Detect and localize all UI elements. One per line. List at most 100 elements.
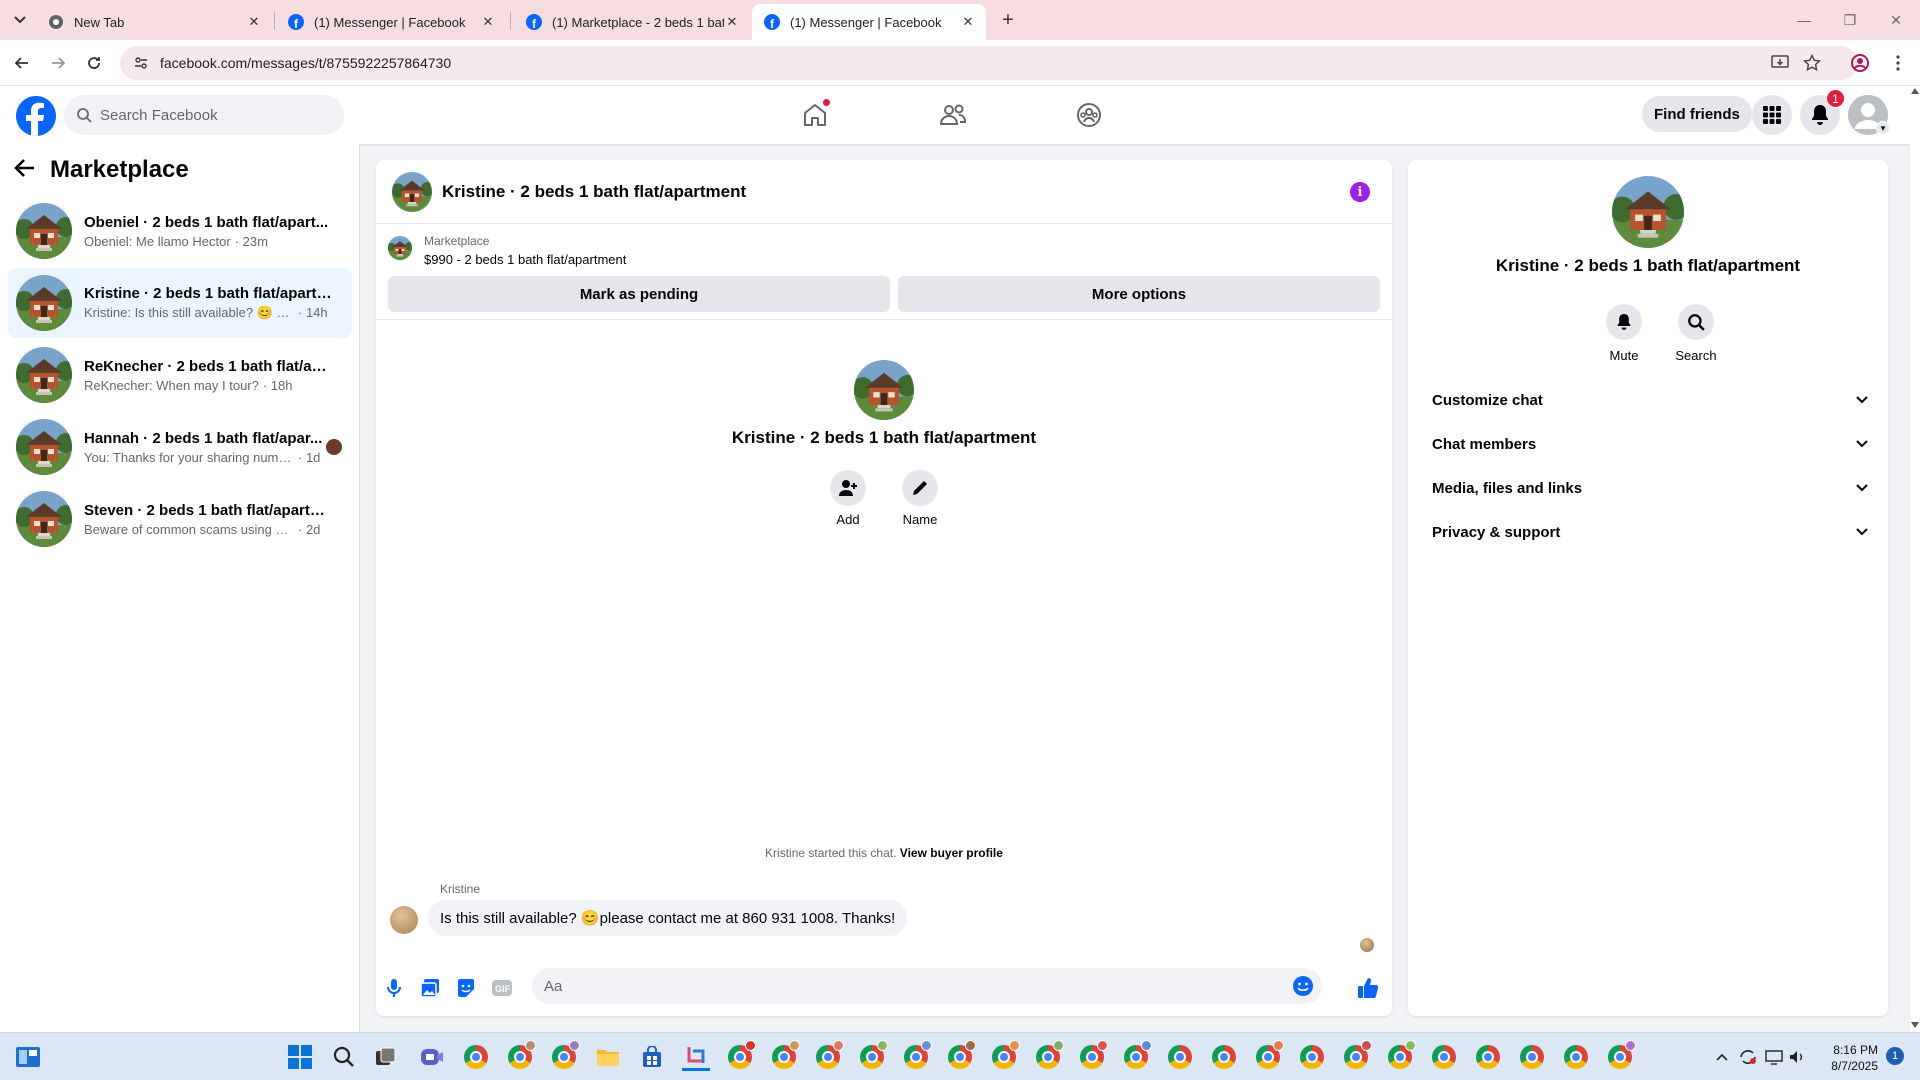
close-tab-icon[interactable]: ✕: [246, 14, 262, 30]
nav-home[interactable]: [760, 86, 870, 144]
chat-members-row[interactable]: Chat members: [1416, 422, 1880, 466]
chrome-profile-icon[interactable]: [1254, 1040, 1284, 1071]
notification-center-badge[interactable]: 1: [1886, 1047, 1904, 1065]
info-icon[interactable]: i: [1350, 182, 1370, 202]
chrome-icon[interactable]: [1298, 1043, 1326, 1071]
add-member-button[interactable]: Add: [818, 470, 878, 527]
facebook-logo[interactable]: [16, 96, 56, 136]
bookmark-star-icon[interactable]: [1800, 51, 1824, 75]
reload-button[interactable]: [82, 51, 106, 75]
listing-thumbnail[interactable]: [388, 236, 412, 260]
menu-dots-icon[interactable]: [1886, 51, 1910, 75]
conversation-item[interactable]: ReKnecher · 2 beds 1 bath flat/apa... ReK…: [8, 340, 352, 410]
sender-avatar[interactable]: [390, 906, 418, 934]
back-arrow-icon[interactable]: [14, 158, 36, 183]
edit-name-button[interactable]: Name: [890, 470, 950, 527]
chrome-profile-icon[interactable]: [1386, 1040, 1416, 1071]
sticker-icon[interactable]: [454, 976, 478, 1000]
message-bubble[interactable]: Is this still available? 😊please contact…: [428, 900, 908, 936]
chrome-icon[interactable]: [462, 1043, 490, 1071]
photo-icon[interactable]: [418, 976, 442, 1000]
profile-icon[interactable]: [1848, 51, 1872, 75]
tab-marketplace[interactable]: f (1) Marketplace - 2 beds 1 bath ✕: [514, 4, 750, 40]
customize-chat-row[interactable]: Customize chat: [1416, 378, 1880, 422]
address-bar[interactable]: facebook.com/messages/t/8755922257864730: [120, 46, 1858, 80]
sync-icon[interactable]: [1736, 1043, 1760, 1071]
nav-groups[interactable]: [1034, 86, 1144, 144]
file-explorer-icon[interactable]: [594, 1043, 622, 1071]
chrome-icon[interactable]: [1210, 1043, 1238, 1071]
notifications-button[interactable]: 1: [1800, 89, 1845, 135]
system-clock[interactable]: 8:16 PM 8/7/2025: [1820, 1042, 1878, 1074]
start-icon[interactable]: [286, 1043, 314, 1071]
emoji-icon[interactable]: [1292, 975, 1314, 1001]
site-settings-icon[interactable]: [134, 56, 148, 70]
chrome-profile-icon[interactable]: [506, 1040, 536, 1071]
menu-button[interactable]: [1752, 95, 1792, 135]
chrome-profile-icon[interactable]: [946, 1040, 976, 1071]
chrome-icon[interactable]: [1562, 1043, 1590, 1071]
back-button[interactable]: [10, 51, 34, 75]
new-tab-button[interactable]: +: [996, 8, 1020, 32]
chrome-profile-icon[interactable]: [1606, 1040, 1636, 1071]
chrome-icon[interactable]: [1166, 1043, 1194, 1071]
close-tab-icon[interactable]: ✕: [960, 14, 976, 30]
widgets-icon[interactable]: [14, 1043, 42, 1071]
chrome-icon[interactable]: [1474, 1043, 1502, 1071]
more-options-button[interactable]: More options: [898, 276, 1380, 312]
chrome-profile-icon[interactable]: [858, 1040, 888, 1071]
tab-messenger-active[interactable]: f (1) Messenger | Facebook ✕: [752, 4, 986, 40]
nav-friends[interactable]: [898, 86, 1008, 144]
page-scrollbar[interactable]: [1910, 86, 1920, 1032]
chrome-icon[interactable]: [1430, 1043, 1458, 1071]
conversation-item[interactable]: Kristine · 2 beds 1 bath flat/apartm... K…: [8, 268, 352, 338]
conversation-item[interactable]: Steven · 2 beds 1 bath flat/apartm... Bew…: [8, 484, 352, 554]
chevron-up-icon[interactable]: [1712, 1043, 1732, 1071]
media-files-links-row[interactable]: Media, files and links: [1416, 466, 1880, 510]
view-buyer-profile-link[interactable]: View buyer profile: [900, 846, 1003, 860]
message-input[interactable]: Aa: [532, 968, 1322, 1004]
chrome-profile-icon[interactable]: [726, 1040, 756, 1071]
display-icon[interactable]: [1762, 1043, 1786, 1071]
chrome-profile-icon[interactable]: [1034, 1040, 1064, 1071]
volume-icon[interactable]: [1786, 1043, 1810, 1071]
chrome-icon[interactable]: [1518, 1043, 1546, 1071]
tab-new-tab[interactable]: New Tab ✕: [36, 4, 272, 40]
conversation-item[interactable]: Obeniel · 2 beds 1 bath flat/apart... Obe…: [8, 196, 352, 266]
teams-icon[interactable]: [418, 1043, 446, 1071]
close-window-button[interactable]: ✕: [1884, 8, 1908, 32]
install-app-icon[interactable]: [1768, 51, 1792, 75]
restore-button[interactable]: ❐: [1838, 8, 1862, 32]
close-tab-icon[interactable]: ✕: [480, 14, 496, 30]
tab-messenger-1[interactable]: f (1) Messenger | Facebook ✕: [276, 4, 506, 40]
chrome-profile-icon[interactable]: [550, 1040, 580, 1071]
mark-as-pending-button[interactable]: Mark as pending: [388, 276, 890, 312]
search-icon[interactable]: [330, 1043, 358, 1071]
chrome-profile-icon[interactable]: [1078, 1040, 1108, 1071]
close-tab-icon[interactable]: ✕: [724, 14, 740, 30]
gif-icon[interactable]: GIF: [490, 976, 514, 1000]
listing-price[interactable]: $990 - 2 beds 1 bath flat/apartment: [424, 252, 626, 267]
search-in-chat-button[interactable]: Search: [1664, 304, 1728, 363]
thumbs-up-icon[interactable]: [1356, 976, 1380, 1000]
chrome-profile-icon[interactable]: [902, 1040, 932, 1071]
chrome-profile-icon[interactable]: [990, 1040, 1020, 1071]
tab-search-button[interactable]: [8, 10, 32, 30]
chrome-profile-icon[interactable]: [1342, 1040, 1372, 1071]
chrome-profile-icon[interactable]: [770, 1040, 800, 1071]
search-input[interactable]: Search Facebook: [64, 95, 344, 135]
chat-header[interactable]: Kristine · 2 beds 1 bath flat/apartment …: [376, 160, 1392, 224]
chrome-profile-icon[interactable]: [814, 1040, 844, 1071]
find-friends-button[interactable]: Find friends: [1642, 96, 1752, 132]
microphone-icon[interactable]: [382, 976, 406, 1000]
store-icon[interactable]: [638, 1043, 666, 1071]
minimize-button[interactable]: —: [1792, 8, 1816, 32]
chrome-profile-icon[interactable]: [1122, 1040, 1152, 1071]
snipping-tool-icon[interactable]: [682, 1043, 710, 1071]
privacy-support-row[interactable]: Privacy & support: [1416, 510, 1880, 554]
task-view-icon[interactable]: [372, 1043, 400, 1071]
account-button[interactable]: ▾: [1848, 95, 1890, 135]
mute-button[interactable]: Mute: [1592, 304, 1656, 363]
conversation-item[interactable]: Hannah · 2 beds 1 bath flat/apar... You: …: [8, 412, 352, 482]
forward-button[interactable]: [46, 51, 70, 75]
